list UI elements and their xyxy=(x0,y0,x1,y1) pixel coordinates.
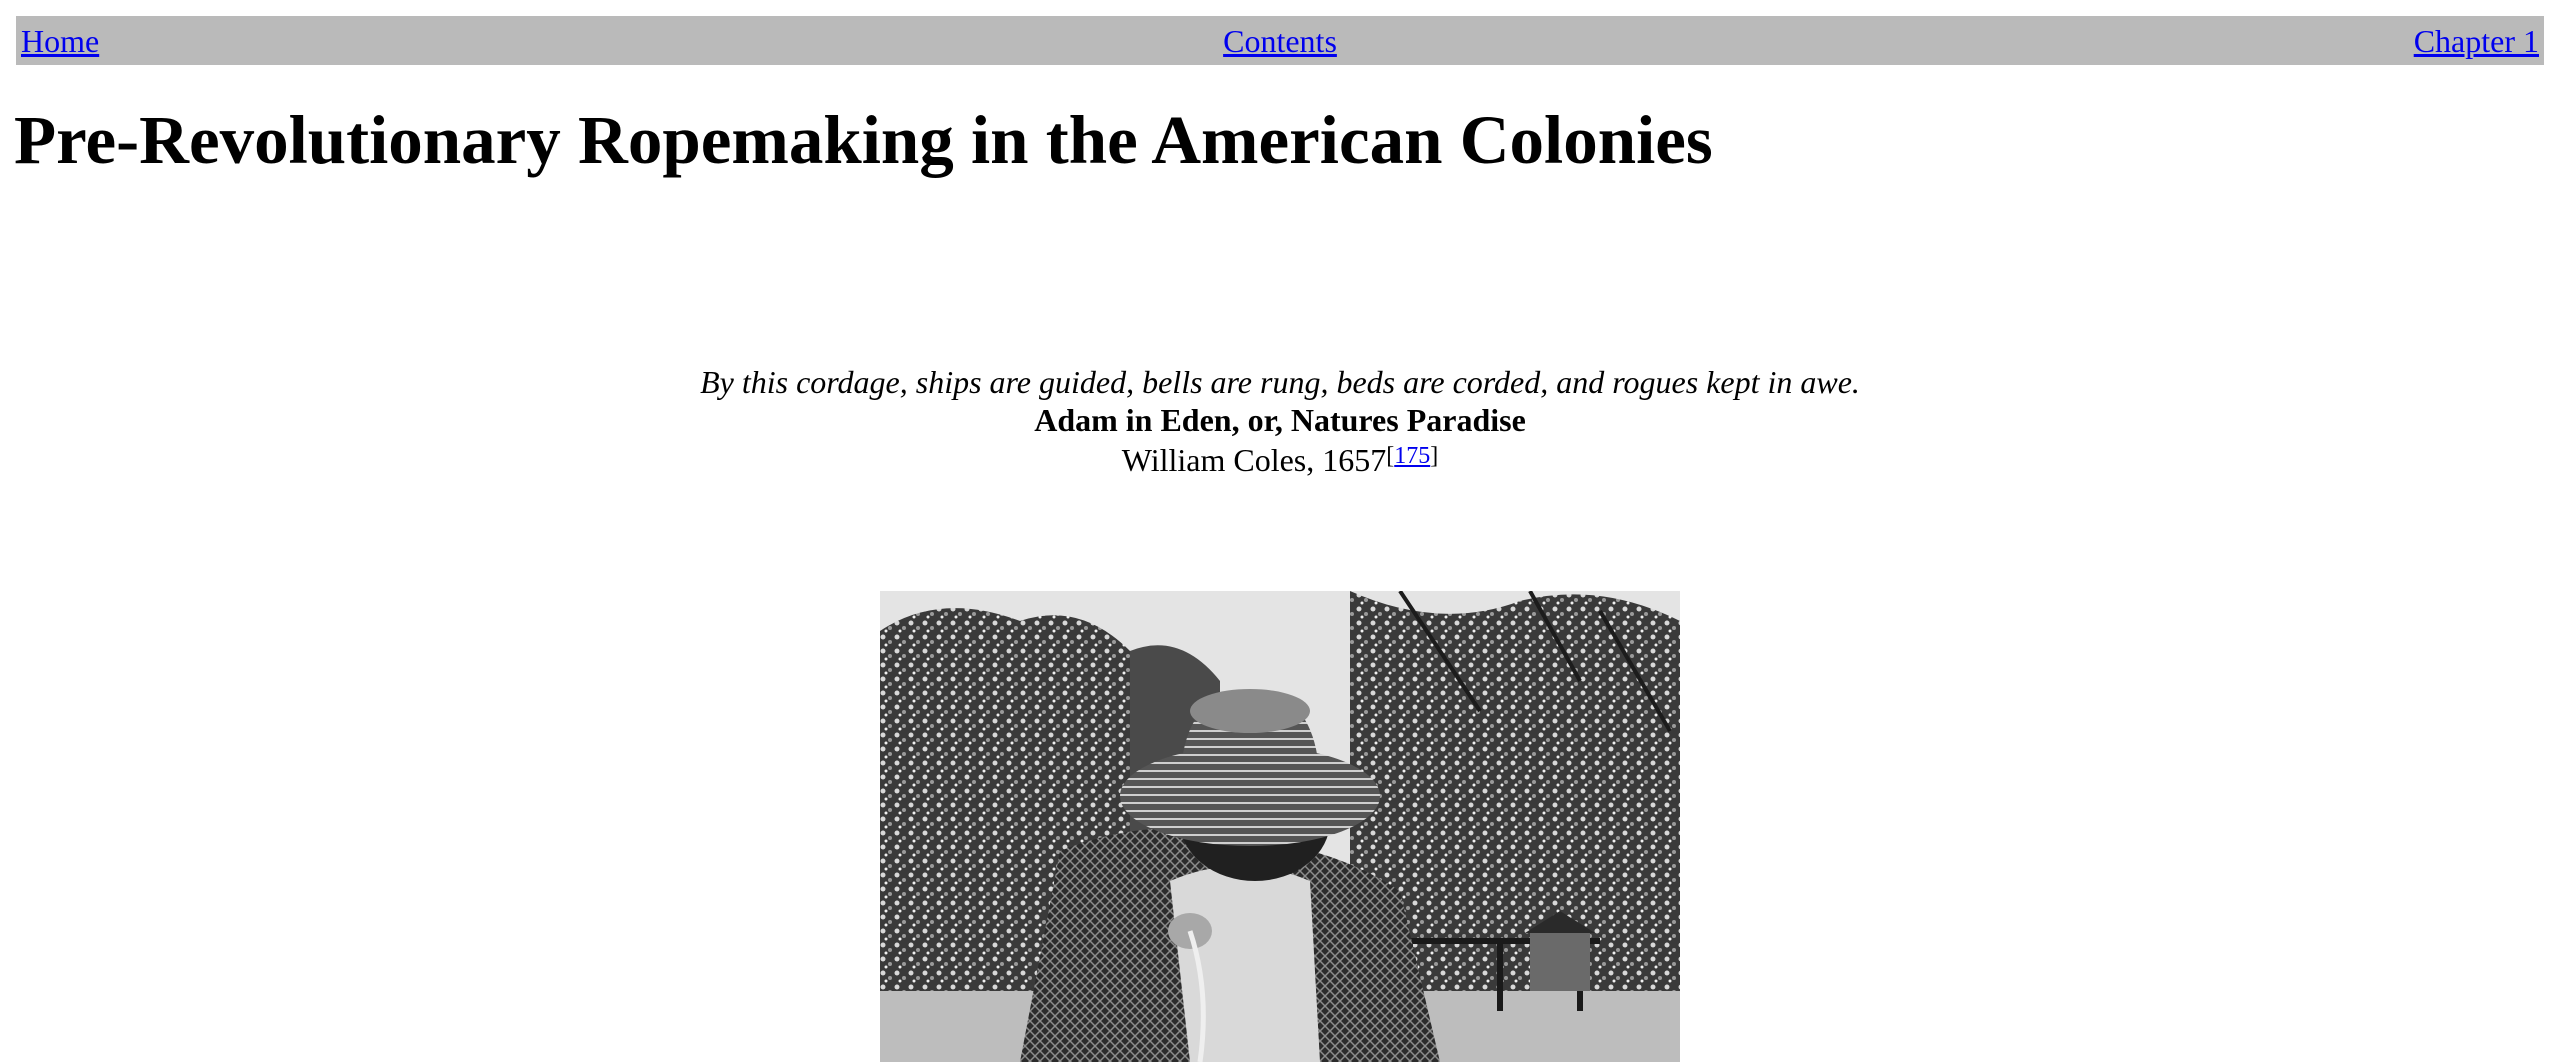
home-link[interactable]: Home xyxy=(21,22,99,60)
footnote-link[interactable]: 175 xyxy=(1394,443,1430,469)
epigraph-attribution: William Coles, 1657[175] xyxy=(0,439,2560,481)
page-title: Pre-Revolutionary Ropemaking in the Amer… xyxy=(14,102,1713,178)
footnote-marker: [175] xyxy=(1386,443,1439,469)
ropemaker-photo xyxy=(880,591,1680,1062)
photo-illustration xyxy=(880,591,1680,1062)
epigraph: By this cordage, ships are guided, bells… xyxy=(0,363,2560,481)
epigraph-source: Adam in Eden, or, Natures Paradise xyxy=(1034,402,1526,438)
contents-link[interactable]: Contents xyxy=(1180,22,1380,60)
chapter-1-link[interactable]: Chapter 1 xyxy=(2414,22,2539,60)
epigraph-quote: By this cordage, ships are guided, bells… xyxy=(700,364,1860,400)
top-navigation-bar: Home Contents Chapter 1 xyxy=(16,16,2544,65)
epigraph-author: William Coles, 1657 xyxy=(1121,442,1387,478)
